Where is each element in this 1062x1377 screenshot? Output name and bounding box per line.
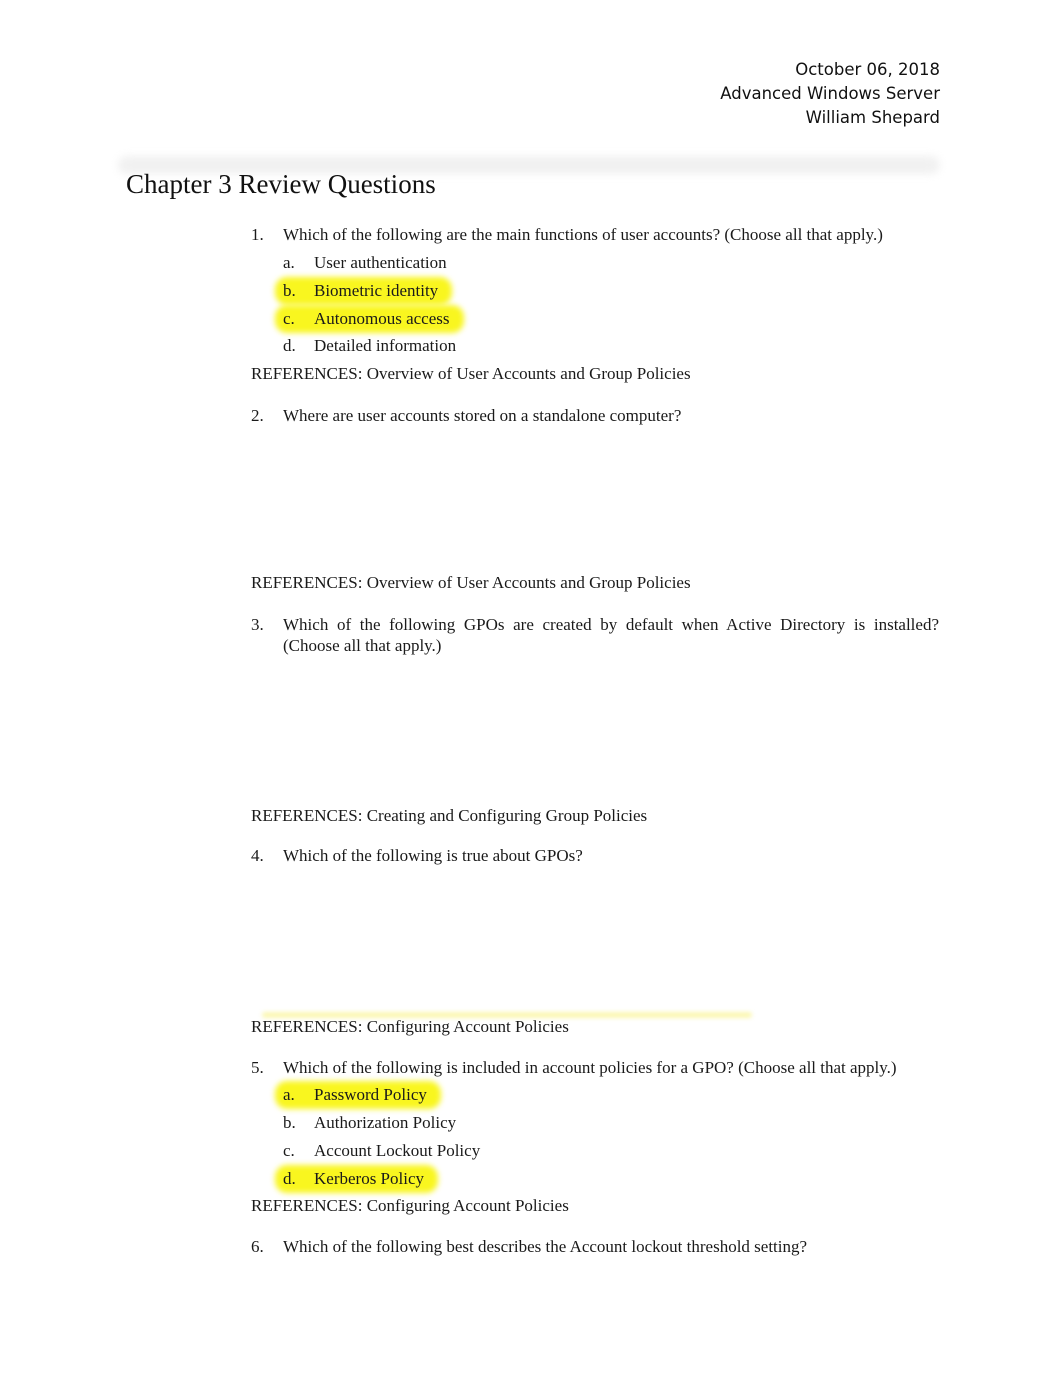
question-5: 5. Which of the following is included in…: [251, 1057, 939, 1078]
option-letter: d.: [283, 336, 296, 355]
question-text: Which of the following best describes th…: [283, 1237, 808, 1256]
reference-2: REFERENCES: Overview of User Accounts an…: [251, 573, 691, 592]
question-number: 3.: [251, 615, 264, 634]
reference-3: REFERENCES: Creating and Configuring Gro…: [251, 806, 648, 825]
option-5a-highlighted: a. Password Policy: [283, 1084, 427, 1105]
option-1c-highlighted: c. Autonomous access: [283, 308, 450, 329]
reference-5: REFERENCES: Configuring Account Policies: [251, 1196, 569, 1215]
question-1: 1. Which of the following are the main f…: [251, 224, 939, 245]
option-5d-highlighted: d. Kerberos Policy: [283, 1168, 424, 1189]
option-text: Kerberos Policy: [314, 1169, 425, 1188]
header-author: William Shepard: [805, 108, 940, 127]
question-number: 2.: [251, 406, 264, 425]
document-header: October 06, 2018 Advanced Windows Server…: [720, 58, 940, 130]
option-text: User authentication: [314, 253, 447, 272]
page-title: Chapter 3 Review Questions: [126, 169, 436, 199]
question-text: Where are user accounts stored on a stan…: [283, 406, 682, 425]
option-letter: c.: [283, 309, 295, 328]
option-letter: a.: [283, 1085, 295, 1104]
question-text: Which of the following are the main func…: [283, 225, 883, 244]
option-text: Detailed information: [314, 336, 457, 355]
option-text: Biometric identity: [314, 281, 439, 300]
option-1d: d. Detailed information: [283, 335, 456, 356]
reference-1: REFERENCES: Overview of User Accounts an…: [251, 364, 691, 383]
header-course: Advanced Windows Server: [720, 84, 940, 103]
question-6: 6. Which of the following best describes…: [251, 1236, 939, 1257]
option-1a: a. User authentication: [283, 252, 447, 273]
option-text: Authorization Policy: [314, 1113, 457, 1132]
option-letter: b.: [283, 1113, 296, 1132]
question-text: Which of the following is included in ac…: [283, 1058, 897, 1077]
option-1b-highlighted: b. Biometric identity: [283, 280, 438, 301]
question-4: 4. Which of the following is true about …: [251, 845, 939, 866]
question-number: 4.: [251, 846, 264, 865]
option-letter: b.: [283, 281, 296, 300]
question-text: Which of the following is true about GPO…: [283, 846, 583, 865]
question-number: 5.: [251, 1058, 264, 1077]
option-text: Password Policy: [314, 1085, 427, 1104]
question-text: Which of the following GPOs are created …: [283, 615, 939, 655]
option-text: Autonomous access: [314, 309, 450, 328]
question-2: 2. Where are user accounts stored on a s…: [251, 405, 939, 426]
option-letter: a.: [283, 253, 295, 272]
option-text: Account Lockout Policy: [314, 1141, 481, 1160]
question-number: 1.: [251, 225, 264, 244]
reference-4: REFERENCES: Configuring Account Policies: [251, 1017, 569, 1036]
question-3: 3. Which of the following GPOs are creat…: [251, 614, 939, 656]
header-date: October 06, 2018: [795, 60, 940, 79]
option-5c: c. Account Lockout Policy: [283, 1140, 480, 1161]
question-number: 6.: [251, 1237, 264, 1256]
option-5b: b. Authorization Policy: [283, 1112, 456, 1133]
option-letter: d.: [283, 1169, 296, 1188]
option-letter: c.: [283, 1141, 295, 1160]
